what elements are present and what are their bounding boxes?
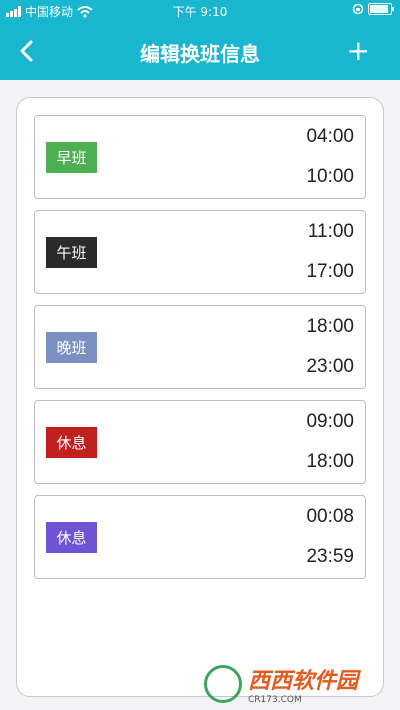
page-title: 编辑换班信息 bbox=[140, 42, 260, 66]
shift-badge: 午班 bbox=[46, 237, 97, 268]
status-time: 下午 9:10 bbox=[172, 5, 228, 19]
shift-end-time: 17:00 bbox=[306, 261, 354, 282]
shift-badge: 休息 bbox=[46, 522, 97, 553]
status-bar: 中国移动 下午 9:10 bbox=[0, 0, 400, 22]
shift-start-time: 18:00 bbox=[306, 316, 354, 337]
shift-badge: 晚班 bbox=[46, 332, 97, 363]
nav-bar: 编辑换班信息 + bbox=[0, 22, 400, 80]
watermark-text: 西西软件园 bbox=[248, 669, 359, 694]
shift-start-time: 09:00 bbox=[306, 411, 354, 432]
add-button[interactable]: + bbox=[347, 36, 370, 66]
shift-item[interactable]: 早班 04:00 10:00 bbox=[34, 115, 366, 199]
shift-item[interactable]: 休息 09:00 18:00 bbox=[34, 400, 366, 484]
lock-rotation-icon bbox=[352, 3, 364, 15]
shift-badge: 早班 bbox=[46, 142, 97, 173]
shift-item[interactable]: 晚班 18:00 23:00 bbox=[34, 305, 366, 389]
shift-end-time: 10:00 bbox=[306, 166, 354, 187]
shift-item[interactable]: 休息 00:08 23:59 bbox=[34, 495, 366, 579]
shift-end-time: 23:59 bbox=[306, 546, 354, 567]
battery-icon bbox=[368, 3, 394, 15]
shift-end-time: 18:00 bbox=[306, 451, 354, 472]
shift-list-card: 早班 04:00 10:00 午班 11:00 17:00 晚班 18:00 2… bbox=[16, 97, 384, 697]
shift-start-time: 04:00 bbox=[306, 126, 354, 147]
watermark-logo-icon bbox=[204, 665, 242, 703]
shift-start-time: 00:08 bbox=[306, 506, 354, 527]
watermark-subtext: CR173.COM bbox=[248, 695, 302, 705]
shift-item[interactable]: 午班 11:00 17:00 bbox=[34, 210, 366, 294]
watermark: 西西软件园 CR173.COM bbox=[204, 664, 384, 705]
shift-start-time: 11:00 bbox=[307, 221, 354, 242]
shift-end-time: 23:00 bbox=[306, 356, 354, 377]
shift-badge: 休息 bbox=[46, 427, 97, 458]
